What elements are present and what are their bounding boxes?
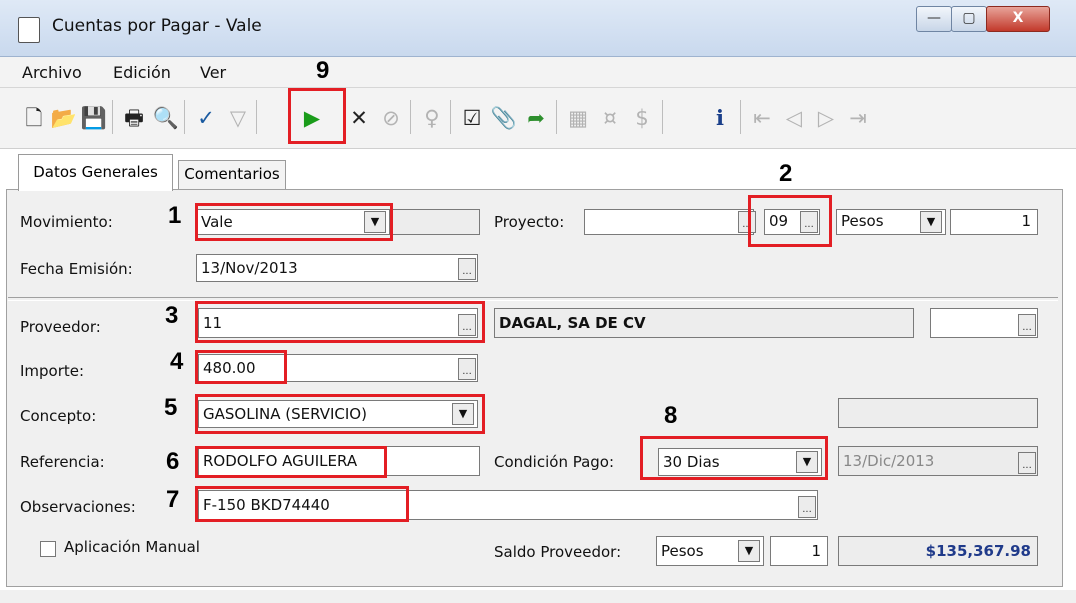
annotation-number-3: 3	[165, 302, 179, 329]
toolbar-separator	[256, 100, 257, 134]
toolbar-separator	[410, 100, 411, 134]
tipo-cambio-field[interactable]: 1	[950, 209, 1038, 235]
condicion-pago-label: Condición Pago:	[494, 453, 615, 471]
proyecto-field[interactable]	[584, 209, 754, 235]
annotation-highlight-box	[640, 436, 828, 480]
toolbar-separator	[740, 100, 741, 134]
importe-label: Importe:	[20, 362, 85, 380]
concepto-label: Concepto:	[20, 407, 97, 425]
annotation-highlight-box	[195, 486, 409, 522]
filter-icon: ▽	[229, 106, 247, 130]
chevron-down-icon[interactable]: ▼	[920, 211, 942, 233]
info-icon[interactable]: ℹ	[706, 104, 734, 132]
movimiento-id-field	[392, 209, 480, 235]
proveedor-label: Proveedor:	[20, 318, 101, 336]
delete-icon[interactable]: ✕	[345, 104, 373, 132]
annotation-highlight-box	[195, 203, 393, 241]
tab-datos-generales[interactable]: Datos Generales	[18, 154, 173, 191]
saldo-tipo-cambio-field[interactable]: 1	[770, 536, 828, 566]
lightbulb-icon: ♀	[424, 106, 440, 130]
annotation-highlight-box	[195, 394, 485, 434]
annotation-highlight-box	[288, 88, 346, 144]
vencimiento-field: 13/Dic/2013	[838, 446, 1038, 476]
next-record-icon: ▷	[817, 106, 835, 130]
annotation-number-6: 6	[166, 448, 180, 475]
document-icon	[18, 17, 40, 43]
maximize-button[interactable]: ▢	[951, 6, 987, 32]
annotation-number-7: 7	[166, 486, 180, 513]
annotation-number-9: 9	[316, 57, 330, 84]
observaciones-lookup-button[interactable]: ...	[798, 496, 816, 518]
menu-edicion[interactable]: Edición	[113, 63, 171, 82]
currency-icon: ¤	[603, 106, 617, 130]
money-icon: $	[635, 106, 649, 130]
annotation-number-1: 1	[168, 202, 182, 229]
observaciones-label: Observaciones:	[20, 498, 136, 516]
first-record-icon: ⇤	[753, 106, 771, 130]
menu-ver[interactable]: Ver	[200, 63, 226, 82]
toolbar-separator	[112, 100, 113, 134]
fecha-emision-field[interactable]: 13/Nov/2013	[196, 254, 478, 282]
annotation-number-4: 4	[170, 348, 184, 375]
minimize-button[interactable]: —	[916, 6, 952, 32]
fecha-emision-label: Fecha Emisión:	[20, 260, 133, 278]
referencia-label: Referencia:	[20, 453, 105, 471]
print-preview-icon[interactable]: 🔍	[152, 104, 180, 132]
annotation-number-5: 5	[164, 394, 178, 421]
checklist-icon[interactable]: ☑	[458, 104, 486, 132]
proveedor-extra-lookup-button[interactable]: ...	[1018, 314, 1036, 336]
saldo-proveedor-label: Saldo Proveedor:	[494, 543, 622, 561]
form-panel	[6, 189, 1063, 587]
toolbar-separator	[662, 100, 663, 134]
spellcheck-icon[interactable]: ✓	[192, 104, 220, 132]
save-icon[interactable]: 💾	[80, 104, 108, 132]
previous-record-icon: ◁	[785, 106, 803, 130]
toolbar-separator	[184, 100, 185, 134]
window-title: Cuentas por Pagar - Vale	[52, 16, 262, 36]
annotation-number-8: 8	[664, 402, 678, 429]
print-icon[interactable]: 🖶	[120, 104, 148, 132]
annotation-highlight-box	[195, 446, 387, 478]
aplicacion-manual-label: Aplicación Manual	[64, 538, 200, 556]
bottom-strip	[0, 590, 1076, 603]
saldo-proveedor-value: $135,367.98	[838, 536, 1038, 566]
attachment-icon[interactable]: 📎	[490, 104, 518, 132]
new-document-icon[interactable]: 🗋	[20, 104, 48, 132]
cancel-icon: ⊘	[382, 106, 400, 130]
movimiento-label: Movimiento:	[20, 213, 113, 231]
proveedor-nombre-field: DAGAL, SA DE CV	[494, 308, 914, 338]
toolbar-separator	[450, 100, 451, 134]
annotation-highlight-box	[748, 195, 832, 247]
annotation-highlight-box	[195, 350, 287, 384]
toolbar-separator	[556, 100, 557, 134]
section-divider	[8, 297, 1058, 301]
vencimiento-date-picker-button[interactable]: ...	[1018, 452, 1036, 474]
annotation-number-2: 2	[779, 160, 793, 187]
aplicacion-manual-checkbox[interactable]	[40, 541, 56, 557]
last-record-icon: ⇥	[849, 106, 867, 130]
concepto-extra-field	[838, 398, 1038, 428]
importe-lookup-button[interactable]: ...	[458, 358, 476, 380]
menu-archivo[interactable]: Archivo	[22, 63, 82, 82]
tab-comentarios[interactable]: Comentarios	[178, 160, 286, 189]
close-button[interactable]: X	[986, 6, 1050, 32]
proyecto-label: Proyecto:	[494, 213, 565, 231]
open-folder-icon[interactable]: 📂	[50, 104, 78, 132]
chevron-down-icon[interactable]: ▼	[738, 540, 760, 562]
annotation-highlight-box	[195, 301, 485, 343]
export-icon[interactable]: ➦	[522, 104, 550, 132]
calculator-icon: ▦	[568, 106, 588, 130]
date-picker-button[interactable]: ...	[458, 258, 476, 280]
